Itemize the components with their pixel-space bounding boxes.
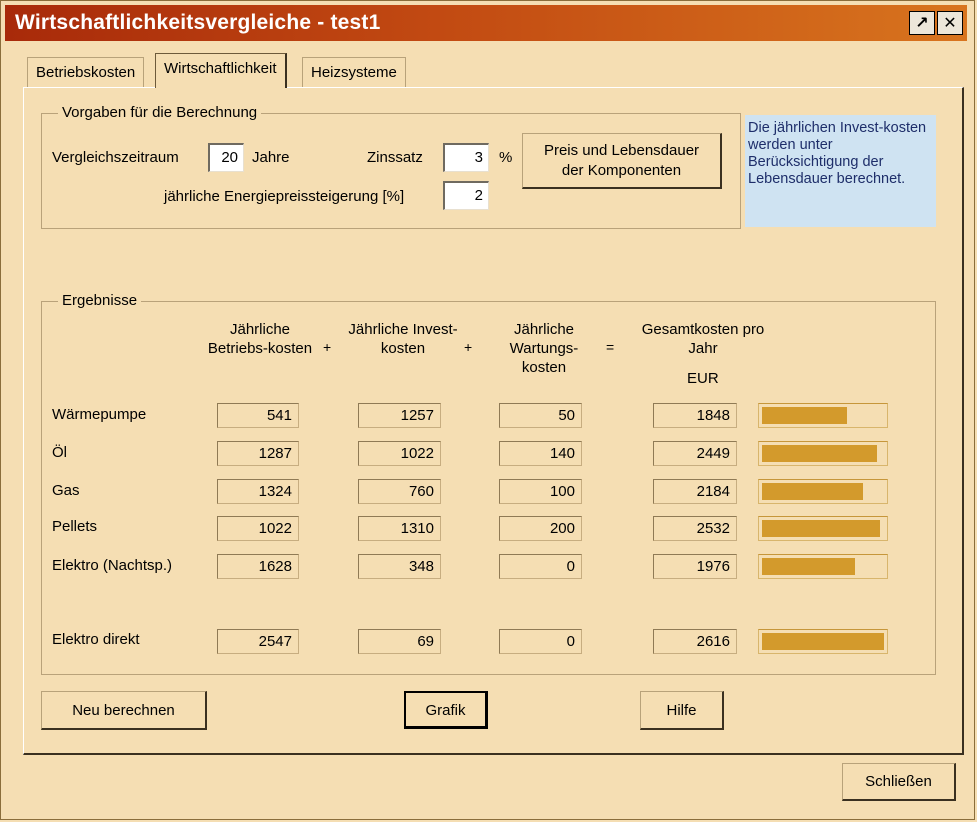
cost-bar — [758, 554, 888, 579]
jahre-label: Jahre — [252, 149, 290, 166]
equals-sign: = — [606, 339, 615, 355]
unit-label: EUR — [687, 370, 719, 387]
title-bar[interactable]: Wirtschaftlichkeitsvergleiche - test1 ↗ … — [5, 5, 967, 41]
cost-bar-fill — [762, 520, 880, 537]
restore-icon[interactable]: ↗ — [909, 11, 935, 35]
vergleichszeitraum-input[interactable]: 20 — [208, 143, 244, 172]
percent-label: % — [499, 149, 513, 166]
tab-betriebskosten[interactable]: Betriebskosten — [27, 57, 145, 87]
cell-gesamtkosten: 1976 — [653, 554, 737, 579]
cost-bar-fill — [762, 633, 884, 650]
cost-bar — [758, 629, 888, 654]
cell-betriebskosten: 1324 — [217, 479, 299, 504]
app-window: Wirtschaftlichkeitsvergleiche - test1 ↗ … — [0, 0, 975, 820]
vergleichszeitraum-label: Vergleichszeitraum — [52, 149, 179, 166]
cell-betriebskosten: 1287 — [217, 441, 299, 466]
cost-bar — [758, 441, 888, 466]
cost-bar — [758, 479, 888, 504]
cell-investkosten: 69 — [358, 629, 441, 654]
neu-berechnen-button[interactable]: Neu berechnen — [41, 691, 207, 730]
cell-wartungskosten: 140 — [499, 441, 582, 466]
cell-wartungskosten: 50 — [499, 403, 582, 428]
cell-wartungskosten: 200 — [499, 516, 582, 541]
tab-label: Betriebskosten — [36, 64, 136, 81]
hilfe-button[interactable]: Hilfe — [640, 691, 724, 730]
header-investkosten: Jährliche Invest-kosten — [348, 321, 458, 357]
header-betriebskosten: Jährliche Betriebs-kosten — [207, 321, 313, 357]
cost-bar-fill — [762, 407, 847, 424]
cell-gesamtkosten: 2616 — [653, 629, 737, 654]
cell-investkosten: 348 — [358, 554, 441, 579]
cell-investkosten: 1310 — [358, 516, 441, 541]
row-label: Gas — [52, 482, 80, 499]
cost-bar — [758, 403, 888, 428]
cell-wartungskosten: 0 — [499, 629, 582, 654]
cell-betriebskosten: 2547 — [217, 629, 299, 654]
cell-gesamtkosten: 2532 — [653, 516, 737, 541]
zinssatz-input[interactable]: 3 — [443, 143, 489, 172]
cell-investkosten: 1257 — [358, 403, 441, 428]
cost-bar — [758, 516, 888, 541]
row-label: Pellets — [52, 518, 98, 535]
row-label: Elektro direkt — [52, 631, 140, 648]
cell-betriebskosten: 1628 — [217, 554, 299, 579]
cell-wartungskosten: 0 — [499, 554, 582, 579]
energiepreissteigerung-label: jährliche Energiepreissteigerung [%] — [164, 188, 405, 205]
row-label: Öl — [52, 444, 67, 461]
cell-wartungskosten: 100 — [499, 479, 582, 504]
row-label: Wärmepumpe — [52, 406, 147, 423]
schliessen-button[interactable]: Schließen — [842, 763, 956, 801]
cell-investkosten: 1022 — [358, 441, 441, 466]
ergebnisse-legend: Ergebnisse — [58, 292, 142, 309]
cell-betriebskosten: 1022 — [217, 516, 299, 541]
window-title: Wirtschaftlichkeitsvergleiche - test1 — [15, 11, 381, 34]
cell-gesamtkosten: 1848 — [653, 403, 737, 428]
info-box: Die jährlichen Invest-kosten werden unte… — [745, 115, 936, 227]
cell-investkosten: 760 — [358, 479, 441, 504]
header-gesamtkosten: Gesamtkosten pro Jahr — [641, 321, 765, 357]
tab-label: Heizsysteme — [311, 64, 397, 81]
cost-bar-fill — [762, 483, 863, 500]
cell-betriebskosten: 541 — [217, 403, 299, 428]
cell-gesamtkosten: 2184 — [653, 479, 737, 504]
tab-heizsysteme[interactable]: Heizsysteme — [302, 57, 406, 87]
grafik-button[interactable]: Grafik — [404, 691, 488, 729]
plus-sign: + — [464, 339, 473, 355]
row-label: Elektro (Nachtsp.) — [52, 557, 173, 574]
vorgaben-legend: Vorgaben für die Berechnung — [58, 104, 262, 121]
zinssatz-label: Zinssatz — [367, 149, 423, 166]
plus-sign: + — [323, 339, 332, 355]
close-icon[interactable]: ✕ — [937, 11, 963, 35]
cost-bar-fill — [762, 558, 855, 575]
cell-gesamtkosten: 2449 — [653, 441, 737, 466]
header-wartungskosten: Jährliche Wartungs-kosten — [509, 321, 579, 376]
tab-label: Wirtschaftlichkeit — [164, 60, 277, 77]
energiepreissteigerung-input[interactable]: 2 — [443, 181, 489, 210]
cost-bar-fill — [762, 445, 877, 462]
tab-wirtschaftlichkeit[interactable]: Wirtschaftlichkeit — [155, 53, 287, 88]
preis-lebensdauer-button[interactable]: Preis und Lebensdauer der Komponenten — [522, 133, 722, 189]
